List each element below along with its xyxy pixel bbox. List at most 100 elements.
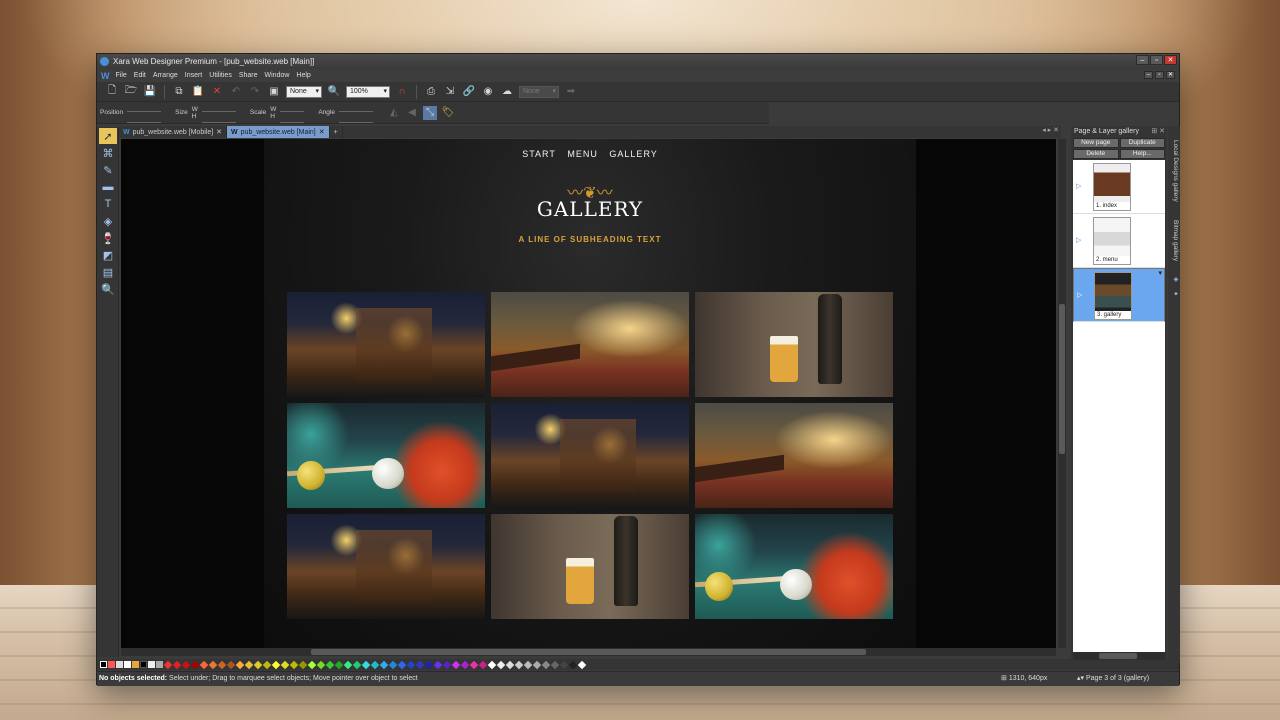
redo-icon[interactable]: ↷ [248, 85, 262, 99]
palette-swatch[interactable] [541, 660, 551, 669]
close-tab-icon[interactable]: ✕ [216, 128, 222, 136]
nav-gallery[interactable]: GALLERY [609, 149, 657, 159]
doc-minimize-button[interactable]: – [1144, 71, 1153, 79]
swatch-white[interactable] [124, 661, 131, 668]
swatch-black[interactable] [140, 661, 147, 668]
new-page-button[interactable]: New page [1073, 138, 1119, 148]
nav-start[interactable]: START [522, 149, 556, 159]
width-field[interactable] [201, 104, 236, 112]
menu-arrange[interactable]: Arrange [153, 72, 178, 79]
palette-swatch[interactable] [343, 660, 353, 669]
palette-swatch[interactable] [523, 660, 533, 669]
palette-swatch[interactable] [388, 660, 398, 669]
delete-button[interactable]: Delete [1073, 149, 1119, 159]
page-properties-icon[interactable]: ⎙ [424, 85, 438, 99]
transparency-icon[interactable]: ▣ [267, 85, 281, 99]
palette-swatch[interactable] [361, 660, 371, 669]
palette-swatch[interactable] [379, 660, 389, 669]
palette-swatch[interactable] [550, 660, 560, 669]
palette-swatch[interactable] [370, 660, 380, 669]
color-picker-icon[interactable] [108, 661, 115, 668]
selector-tool-icon[interactable]: ➚ [99, 128, 117, 144]
palette-swatch[interactable] [352, 660, 362, 669]
palette-swatch[interactable] [307, 660, 317, 669]
palette-swatch[interactable] [487, 660, 497, 669]
new-tab-button[interactable]: + [330, 126, 343, 138]
text-tool-icon[interactable]: T [99, 196, 117, 212]
page-item-gallery[interactable]: ▷ 3. gallery [1073, 268, 1165, 322]
palette-swatch[interactable] [568, 660, 578, 669]
menu-utilities[interactable]: Utilities [209, 72, 232, 79]
undo-icon[interactable]: ↶ [229, 85, 243, 99]
palette-swatch[interactable] [415, 660, 425, 669]
layers-icon[interactable]: ◈ [1169, 271, 1179, 283]
photo-pub-exterior[interactable] [491, 403, 689, 508]
tab-mobile[interactable]: W pub_website.web [Mobile] ✕ [119, 126, 228, 138]
open-folder-icon[interactable]: 🗁 [124, 85, 138, 99]
fill-tool-icon[interactable]: ◈ [99, 213, 117, 229]
palette-swatch[interactable] [397, 660, 407, 669]
magnet-icon[interactable]: ∩ [395, 85, 409, 99]
angle-field[interactable] [338, 104, 373, 112]
photo-pub-exterior[interactable] [287, 514, 485, 619]
palette-swatch[interactable] [559, 660, 569, 669]
tab-nav-arrows[interactable]: ◂ ▸ ✕ [1042, 126, 1059, 134]
export-icon[interactable]: ⇲ [443, 85, 457, 99]
palette-swatch[interactable] [289, 660, 299, 669]
flip-vertical-icon[interactable]: ◀ [405, 106, 419, 120]
disabled-select[interactable]: None [519, 85, 559, 98]
palette-swatch[interactable] [469, 660, 479, 669]
page-item-menu[interactable]: ▷ 2. menu [1073, 214, 1165, 268]
photo-beer[interactable] [695, 292, 893, 397]
arrow-right-icon[interactable]: ➡ [564, 85, 578, 99]
palette-swatch[interactable] [181, 660, 191, 669]
photo-tool-icon[interactable]: ▤ [99, 264, 117, 280]
copy-icon[interactable]: ⧉ [172, 85, 186, 99]
palette-swatch[interactable] [424, 660, 434, 669]
doc-restore-button[interactable]: ▫ [1155, 71, 1164, 79]
zoom-icon[interactable]: 🔍 [327, 85, 341, 99]
menu-share[interactable]: Share [239, 72, 258, 79]
close-button[interactable]: ✕ [1164, 55, 1177, 65]
palette-swatch[interactable] [271, 660, 281, 669]
menu-file[interactable]: File [116, 72, 127, 79]
horizontal-scrollbar[interactable] [121, 648, 1056, 656]
expand-arrow-icon[interactable]: ▷ [1076, 236, 1081, 244]
menu-insert[interactable]: Insert [185, 72, 203, 79]
photo-pub-exterior[interactable] [287, 292, 485, 397]
paste-icon[interactable]: 📋 [191, 85, 205, 99]
palette-swatch[interactable] [433, 660, 443, 669]
photo-beer[interactable] [491, 514, 689, 619]
web-page[interactable]: START MENU GALLERY 〰❦〰 GALLERY A LINE OF… [264, 139, 916, 648]
palette-swatch[interactable] [316, 660, 326, 669]
eyedropper-icon[interactable] [116, 661, 123, 668]
menu-window[interactable]: Window [265, 72, 290, 79]
preview-icon[interactable]: ◉ [481, 85, 495, 99]
swatch-gold[interactable] [132, 661, 139, 668]
position-x-field[interactable] [127, 104, 162, 112]
palette-swatch[interactable] [208, 660, 218, 669]
palette-swatch[interactable] [577, 660, 587, 669]
palette-swatch[interactable] [172, 660, 182, 669]
maximize-button[interactable]: ▫ [1150, 55, 1163, 65]
page-item-index[interactable]: ▷ 1. index [1073, 160, 1165, 214]
swatch-light[interactable] [148, 661, 155, 668]
new-document-icon[interactable]: 🗋 [105, 85, 119, 99]
help-button[interactable]: Help... [1119, 149, 1165, 159]
zoom-tool-icon[interactable]: 🔍 [99, 281, 117, 297]
close-tab-icon[interactable]: ✕ [319, 128, 325, 136]
palette-swatch[interactable] [163, 660, 173, 669]
photo-pool[interactable] [695, 514, 893, 619]
delete-icon[interactable]: ✕ [210, 85, 224, 99]
palette-swatch[interactable] [253, 660, 263, 669]
palette-swatch[interactable] [532, 660, 542, 669]
position-y-field[interactable] [127, 115, 162, 123]
palette-swatch[interactable] [442, 660, 452, 669]
photo-bar-interior[interactable] [695, 403, 893, 508]
palette-swatch[interactable] [460, 660, 470, 669]
nav-menu[interactable]: MENU [567, 149, 598, 159]
page-indicator[interactable]: ▴▾ Page 3 of 3 (gallery) [1077, 672, 1149, 686]
tools-icon[interactable]: ✦ [1169, 286, 1179, 298]
flip-horizontal-icon[interactable]: ◭ [387, 106, 401, 120]
fill-select[interactable]: None [286, 85, 322, 98]
